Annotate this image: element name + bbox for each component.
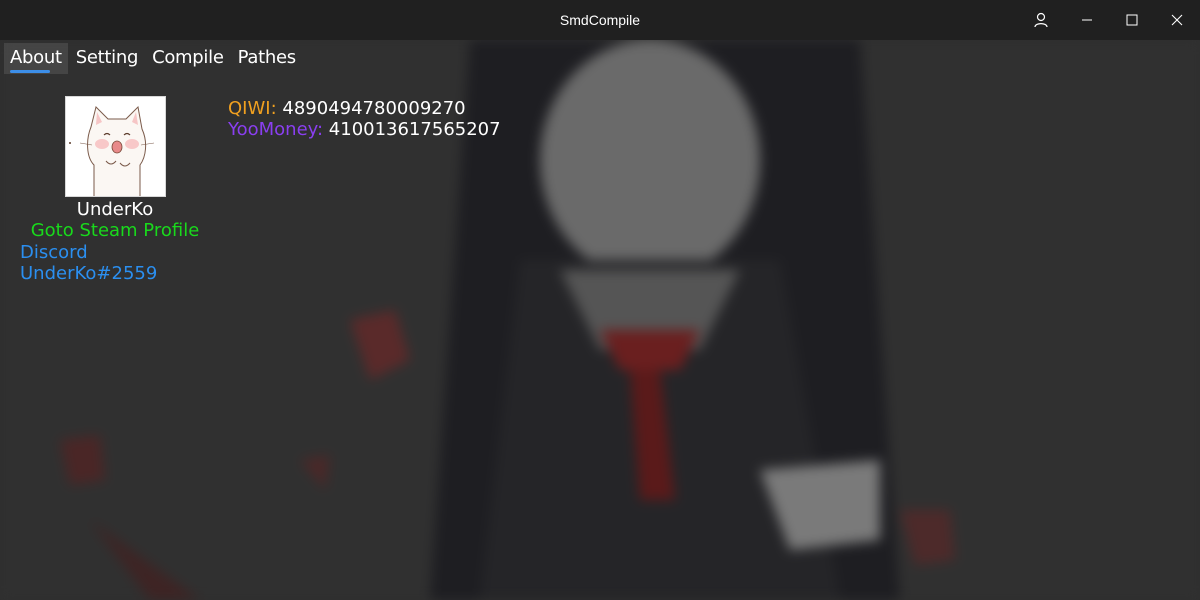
profile-card: UnderKo Goto Steam Profile Discord Under… — [20, 96, 210, 284]
qiwi-row: QIWI: 4890494780009270 — [228, 98, 501, 119]
user-icon — [1034, 12, 1048, 28]
close-icon — [1171, 14, 1183, 26]
tab-pathes[interactable]: Pathes — [232, 43, 302, 74]
tab-compile[interactable]: Compile — [146, 43, 230, 74]
window-title: SmdCompile — [559, 12, 641, 28]
yoomoney-label: YooMoney: — [228, 119, 324, 140]
yoomoney-row: YooMoney: 410013617565207 — [228, 119, 501, 140]
avatar — [64, 96, 166, 197]
tab-bar: About Setting Compile Pathes — [4, 42, 304, 74]
minimize-icon — [1082, 19, 1092, 21]
title-bar: SmdCompile — [0, 0, 1200, 40]
donation-info: QIWI: 4890494780009270 YooMoney: 4100136… — [228, 98, 501, 140]
qiwi-value: 4890494780009270 — [282, 98, 466, 119]
cat-avatar-image — [65, 97, 165, 196]
maximize-button[interactable] — [1109, 0, 1155, 40]
maximize-icon — [1126, 14, 1138, 26]
user-button[interactable] — [1018, 0, 1064, 40]
discord-link[interactable]: Discord UnderKo#2559 — [20, 242, 210, 284]
steam-profile-link[interactable]: Goto Steam Profile — [31, 220, 200, 241]
close-button[interactable] — [1154, 0, 1200, 40]
minimize-button[interactable] — [1064, 0, 1110, 40]
qiwi-label: QIWI: — [228, 98, 277, 119]
tab-about[interactable]: About — [4, 42, 68, 74]
yoomoney-value: 410013617565207 — [328, 119, 501, 140]
username: UnderKo — [76, 199, 154, 220]
tab-setting[interactable]: Setting — [70, 43, 144, 74]
